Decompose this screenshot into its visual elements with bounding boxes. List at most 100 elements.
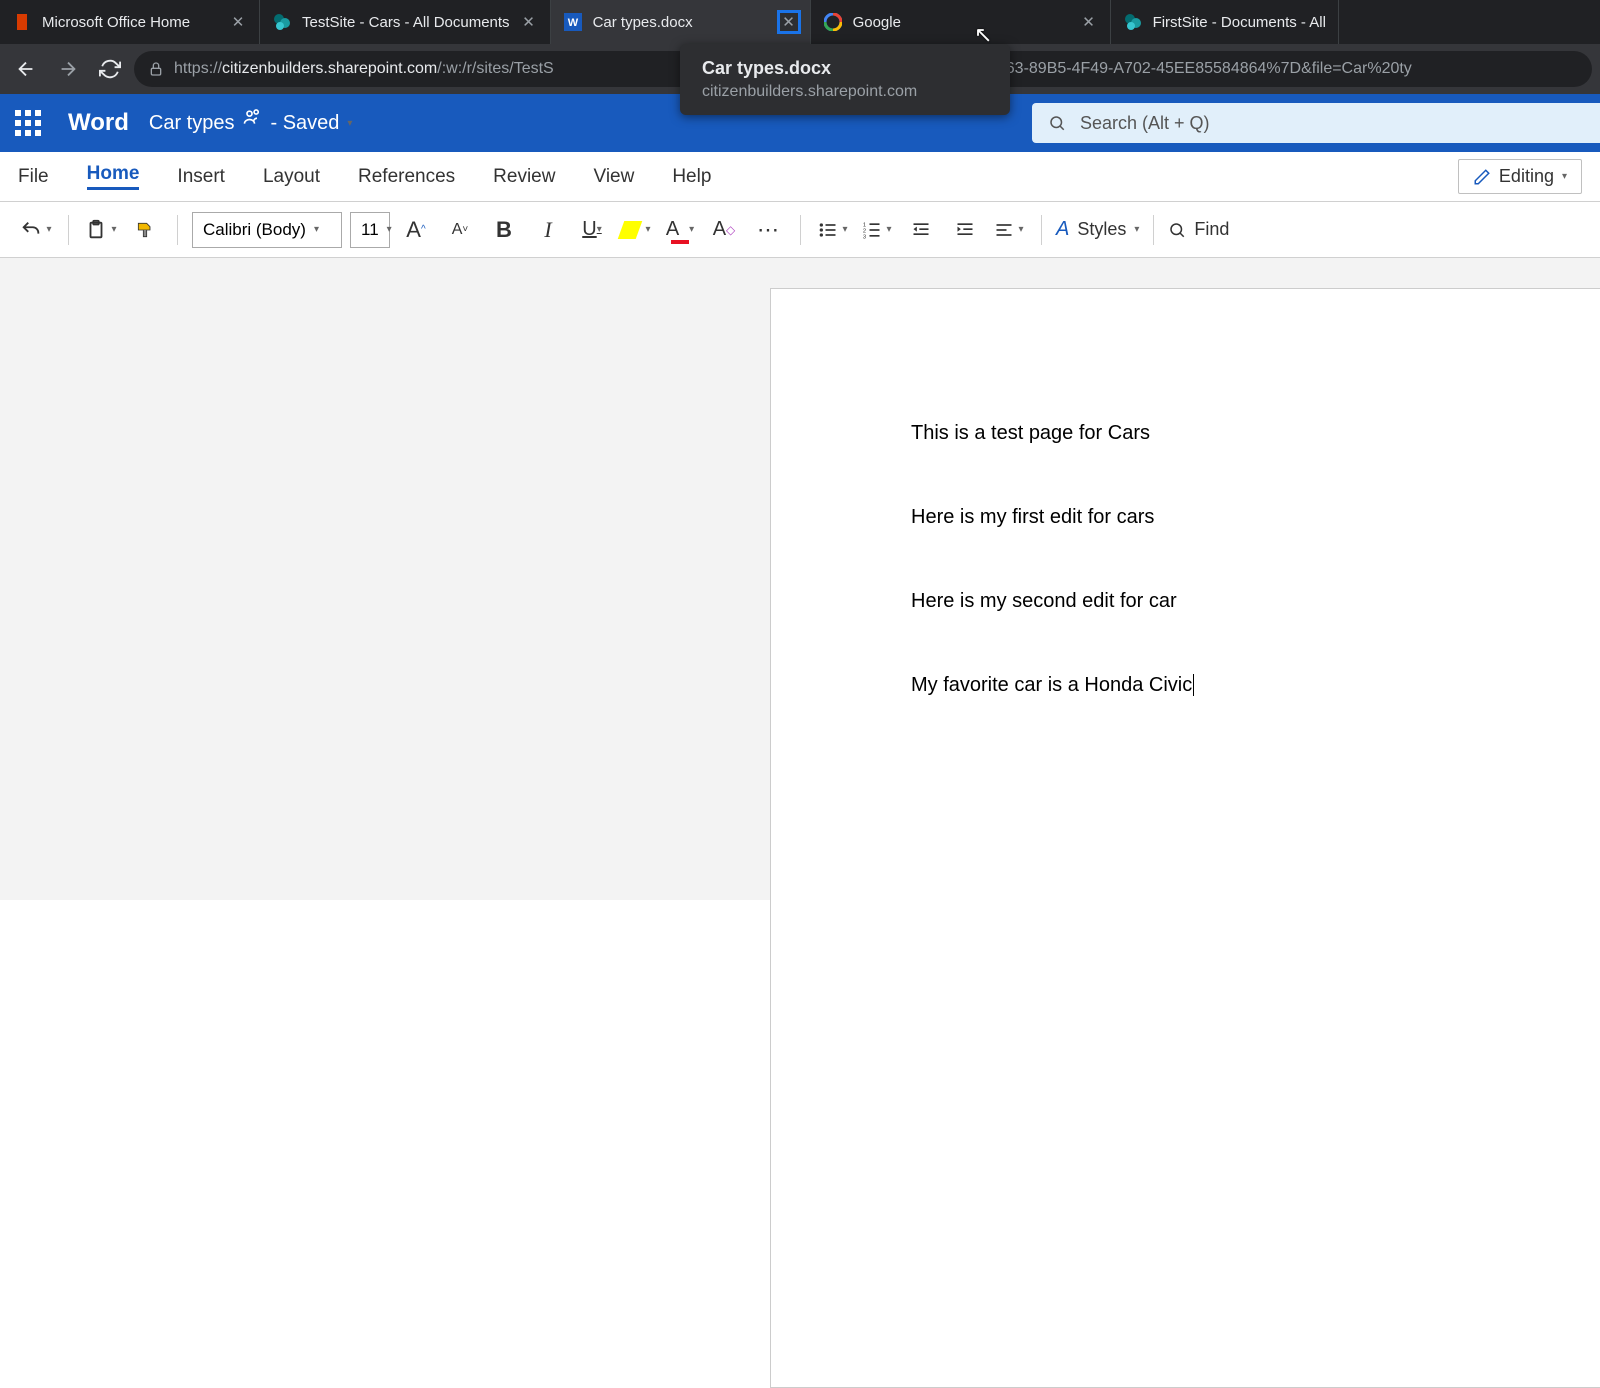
reload-button[interactable]: [92, 51, 128, 87]
tooltip-title: Car types.docx: [702, 58, 988, 79]
clear-formatting-button[interactable]: A◇: [706, 212, 742, 248]
paragraph[interactable]: Here is my second edit for car: [911, 587, 1529, 615]
forward-button[interactable]: [50, 51, 86, 87]
separator: [800, 215, 801, 245]
tooltip-site: citizenbuilders.sharepoint.com: [702, 83, 988, 101]
underline-button[interactable]: U ▾: [574, 212, 610, 248]
close-icon[interactable]: ✕: [1080, 13, 1098, 31]
font-color-icon: [671, 240, 689, 244]
paragraph[interactable]: This is a test page for Cars: [911, 419, 1529, 447]
font-name-select[interactable]: Calibri (Body) ▾: [192, 212, 342, 248]
browser-tab-google[interactable]: Google ✕: [811, 0, 1111, 44]
paste-button[interactable]: ▾: [83, 212, 119, 248]
chevron-down-icon: ▾: [842, 224, 847, 235]
tab-title: Car types.docx: [593, 14, 770, 31]
back-button[interactable]: [8, 51, 44, 87]
format-painter-button[interactable]: [127, 212, 163, 248]
find-label: Find: [1194, 219, 1229, 240]
separator: [177, 215, 178, 245]
saved-status: - Saved: [270, 112, 339, 135]
chevron-down-icon[interactable]: ▾: [347, 118, 352, 129]
tab-title: FirstSite - Documents - All: [1153, 14, 1326, 31]
office-icon: [12, 12, 32, 32]
align-button[interactable]: ▾: [991, 212, 1027, 248]
sharepoint-icon: [1123, 12, 1143, 32]
undo-button[interactable]: ▾: [18, 212, 54, 248]
browser-tab-cartypes[interactable]: W Car types.docx ✕: [551, 0, 811, 44]
document-canvas[interactable]: This is a test page for Cars Here is my …: [0, 258, 1600, 900]
increase-indent-button[interactable]: [947, 212, 983, 248]
document-page[interactable]: This is a test page for Cars Here is my …: [770, 288, 1600, 1388]
chevron-down-icon: ▾: [1134, 224, 1139, 235]
tab-layout[interactable]: Layout: [263, 166, 320, 188]
tab-insert[interactable]: Insert: [177, 166, 225, 188]
separator: [1041, 215, 1042, 245]
word-brand: Word: [68, 109, 129, 137]
font-color-button[interactable]: A▾: [662, 212, 698, 248]
font-size-value: 11: [361, 220, 379, 240]
separator: [1153, 215, 1154, 245]
browser-tab-firstsite[interactable]: FirstSite - Documents - All: [1111, 0, 1339, 44]
svg-text:3: 3: [863, 234, 866, 240]
separator: [68, 215, 69, 245]
chevron-down-icon: ▾: [387, 224, 392, 235]
svg-text:W: W: [567, 17, 578, 29]
app-launcher-icon: [15, 110, 41, 136]
highlight-icon: [618, 221, 643, 239]
editing-label: Editing: [1499, 166, 1554, 187]
font-name-value: Calibri (Body): [203, 220, 306, 240]
shrink-font-button[interactable]: A˅: [442, 212, 478, 248]
grow-font-button[interactable]: A^: [398, 212, 434, 248]
close-icon[interactable]: ✕: [520, 13, 538, 31]
styles-label: Styles: [1077, 219, 1126, 240]
ribbon-tab-strip: File Home Insert Layout References Revie…: [0, 152, 1600, 202]
paragraph[interactable]: My favorite car is a Honda Civic: [911, 671, 1529, 699]
tab-review[interactable]: Review: [493, 166, 555, 188]
tab-title: Microsoft Office Home: [42, 14, 219, 31]
browser-tab-strip: Microsoft Office Home ✕ TestSite - Cars …: [0, 0, 1600, 44]
browser-tab-office[interactable]: Microsoft Office Home ✕: [0, 0, 260, 44]
chevron-down-icon: ▾: [46, 224, 51, 235]
tab-references[interactable]: References: [358, 166, 455, 188]
more-font-button[interactable]: ⋯: [750, 212, 786, 248]
app-launcher-button[interactable]: [8, 103, 48, 143]
home-toolbar: ▾ ▾ Calibri (Body) ▾ 11 ▾ A^ A˅ B I U ▾ …: [0, 202, 1600, 258]
styles-button[interactable]: A Styles ▾: [1056, 212, 1139, 248]
browser-tab-testsite[interactable]: TestSite - Cars - All Documents ✕: [260, 0, 551, 44]
tab-file[interactable]: File: [18, 166, 49, 188]
tab-home[interactable]: Home: [87, 163, 140, 190]
tab-view[interactable]: View: [593, 166, 634, 188]
chevron-down-icon: ▾: [689, 224, 694, 235]
tab-title: TestSite - Cars - All Documents: [302, 14, 510, 31]
italic-button[interactable]: I: [530, 212, 566, 248]
bullets-button[interactable]: ▾: [815, 212, 851, 248]
find-button[interactable]: Find: [1168, 212, 1229, 248]
font-size-select[interactable]: 11 ▾: [350, 212, 390, 248]
tab-help[interactable]: Help: [672, 166, 711, 188]
paragraph[interactable]: Here is my first edit for cars: [911, 503, 1529, 531]
document-title-group[interactable]: Car types - Saved ▾: [149, 112, 353, 135]
chevron-down-icon: ▾: [597, 224, 602, 235]
share-indicator-icon: [242, 107, 262, 127]
decrease-indent-button[interactable]: [903, 212, 939, 248]
chevron-down-icon: ▾: [1018, 224, 1023, 235]
chevron-down-icon: ▾: [645, 224, 650, 235]
highlight-button[interactable]: ▾: [618, 212, 654, 248]
document-name: Car types: [149, 112, 235, 135]
close-icon[interactable]: ✕: [780, 13, 798, 31]
tab-hover-tooltip: Car types.docx citizenbuilders.sharepoin…: [680, 44, 1010, 115]
chevron-down-icon: ▾: [111, 224, 116, 235]
pen-icon: [1473, 168, 1491, 186]
styles-icon: A: [1056, 218, 1069, 241]
bold-button[interactable]: B: [486, 212, 522, 248]
close-icon[interactable]: ✕: [229, 13, 247, 31]
chevron-down-icon: ▾: [314, 224, 319, 235]
numbering-button[interactable]: 123 ▾: [859, 212, 895, 248]
lock-icon: [148, 61, 164, 77]
editing-mode-button[interactable]: Editing ▾: [1458, 159, 1582, 194]
search-icon: [1048, 114, 1066, 132]
chevron-down-icon: ▾: [1562, 171, 1567, 182]
tab-title: Google: [853, 14, 1070, 31]
search-box[interactable]: Search (Alt + Q): [1032, 103, 1600, 143]
word-icon: W: [563, 12, 583, 32]
